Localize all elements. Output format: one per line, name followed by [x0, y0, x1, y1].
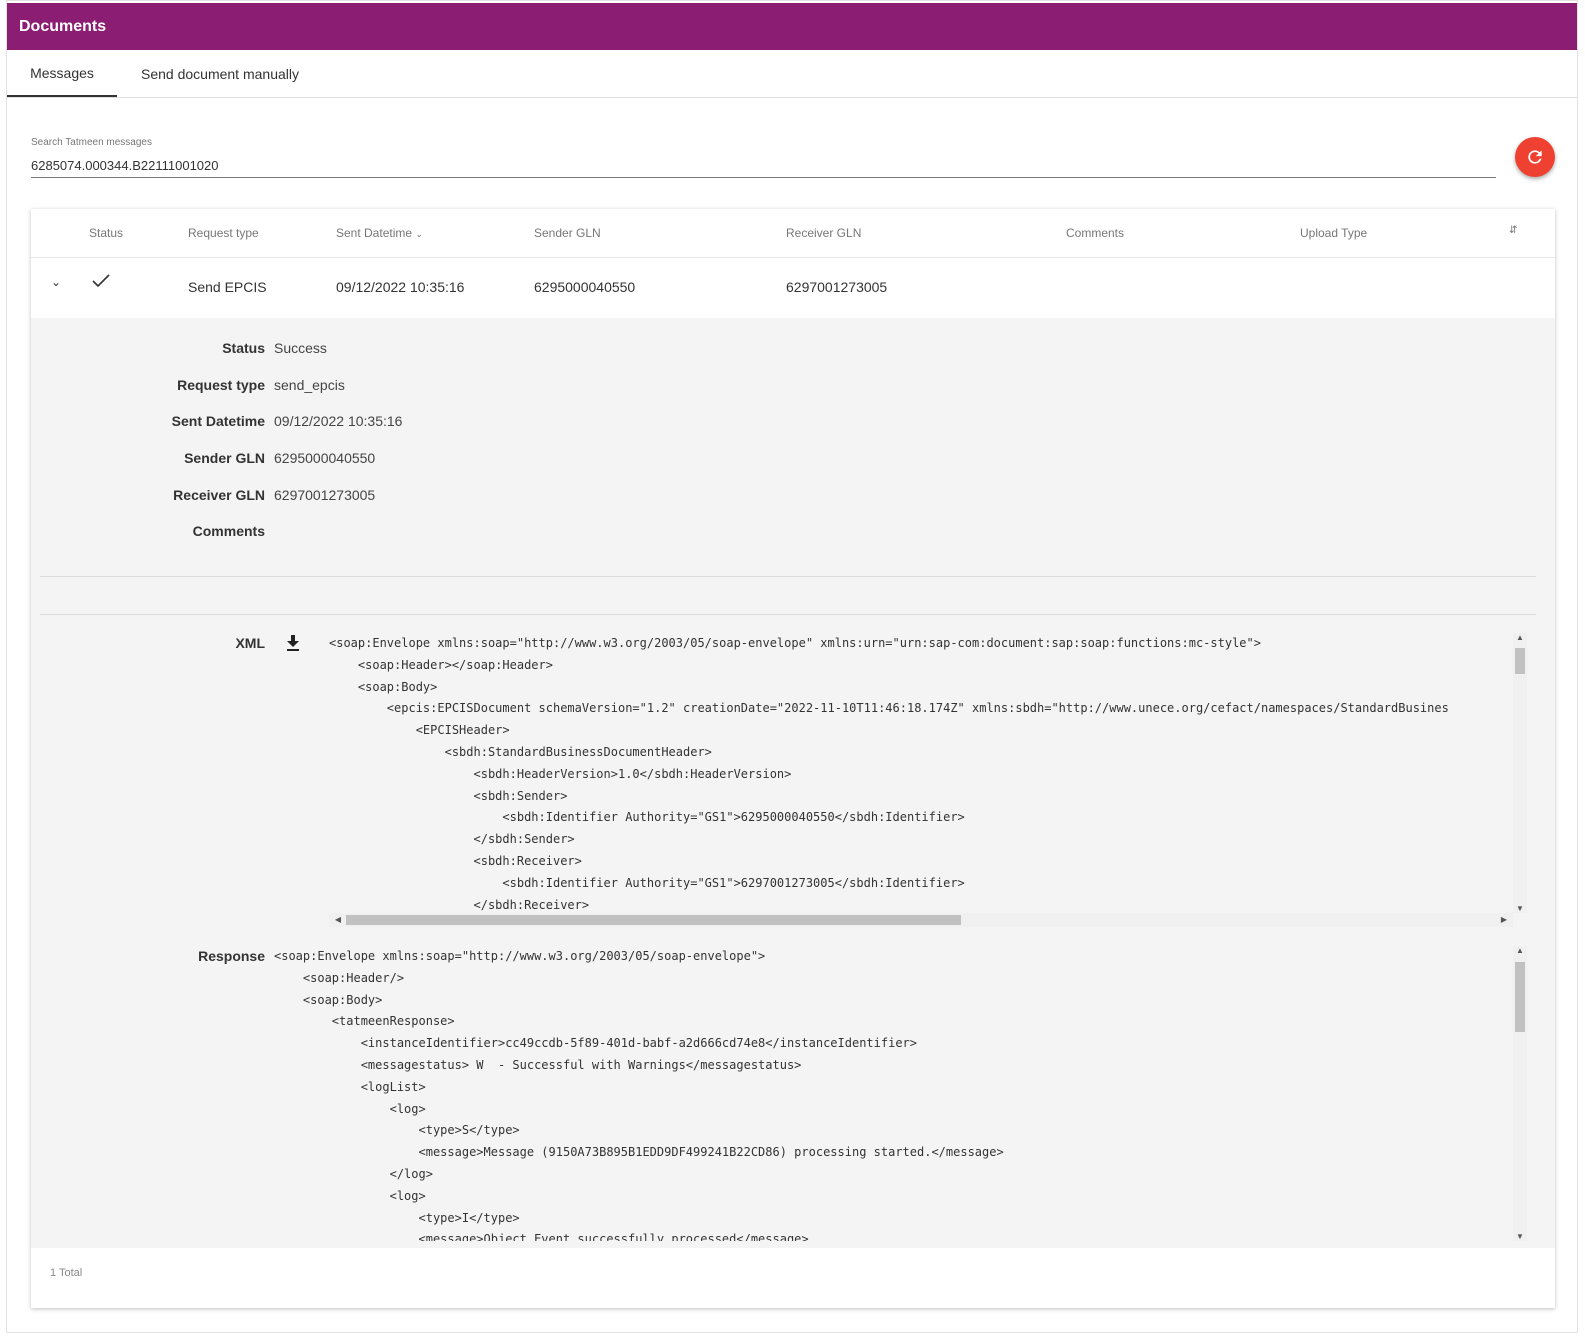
- code-line: <log>: [274, 1101, 426, 1116]
- tab-messages[interactable]: Messages: [7, 50, 117, 97]
- code-line: <EPCISHeader>: [329, 723, 510, 738]
- code-line: <message>Message (9150A73B895B1EDD9DF499…: [274, 1145, 1004, 1160]
- expand-chevron-icon[interactable]: ⌄: [51, 275, 61, 289]
- column-header-status[interactable]: Status: [89, 226, 123, 240]
- code-line: <soap:Body>: [274, 992, 383, 1007]
- table-row[interactable]: ⌄ Send EPCIS 09/12/2022 10:35:16 6295000…: [31, 258, 1555, 318]
- code-line: </sbdh:Sender>: [329, 832, 575, 847]
- total-count: 1 Total: [50, 1267, 83, 1279]
- code-line: <type>S</type>: [274, 1123, 520, 1138]
- xml-vertical-scroll-thumb[interactable]: [1515, 648, 1525, 674]
- cell-request-type: Send EPCIS: [188, 279, 267, 295]
- download-icon[interactable]: [285, 634, 301, 657]
- scroll-right-arrow-icon[interactable]: ▶: [1497, 915, 1511, 924]
- detail-value-request-type: send_epcis: [274, 377, 345, 393]
- code-line: <log>: [274, 1188, 426, 1203]
- scroll-left-arrow-icon[interactable]: ◀: [331, 915, 345, 924]
- code-line: <soap:Header/>: [274, 970, 405, 985]
- code-line: <soap:Envelope xmlns:soap="http://www.w3…: [329, 636, 1261, 650]
- search-input[interactable]: [31, 153, 1496, 178]
- tab-bar: Messages Send document manually: [7, 50, 1577, 98]
- code-line: <sbdh:Identifier Authority="GS1">6297001…: [329, 875, 965, 890]
- detail-label-receiver-gln: Receiver GLN: [173, 487, 265, 503]
- detail-value-receiver-gln: 6297001273005: [274, 487, 376, 503]
- column-header-receiver-gln[interactable]: Receiver GLN: [786, 226, 861, 240]
- code-line: <soap:Header></soap:Header>: [329, 657, 553, 672]
- cell-receiver-gln: 6297001273005: [786, 279, 888, 295]
- detail-label-request-type: Request type: [177, 377, 265, 393]
- code-line: <sbdh:Receiver>: [329, 853, 582, 868]
- scroll-up-arrow-icon[interactable]: ▲: [1513, 633, 1527, 642]
- detail-value-status: Success: [274, 340, 327, 356]
- xml-horizontal-scrollbar[interactable]: ◀ ▶: [329, 913, 1513, 927]
- code-line: <logList>: [274, 1079, 426, 1094]
- refresh-icon: [1528, 150, 1542, 164]
- sort-icon[interactable]: ⇵: [1509, 225, 1517, 236]
- column-header-upload-type[interactable]: Upload Type: [1300, 226, 1367, 240]
- response-code-block[interactable]: <soap:Envelope xmlns:soap="http://www.w3…: [274, 946, 1511, 1241]
- response-vertical-scroll-thumb[interactable]: [1515, 962, 1525, 1032]
- code-line: <messagestatus> W - Successful with Warn…: [274, 1057, 802, 1072]
- code-line: </sbdh:Receiver>: [329, 897, 590, 912]
- status-check-icon: [91, 273, 111, 292]
- page-title: Documents: [19, 17, 107, 35]
- code-line: <sbdh:Sender>: [329, 788, 568, 803]
- xml-horizontal-scroll-thumb[interactable]: [346, 915, 961, 925]
- detail-value-sender-gln: 6295000040550: [274, 450, 376, 466]
- scroll-down-arrow-icon[interactable]: ▼: [1513, 1232, 1527, 1241]
- messages-table: Status Request type Sent Datetime ⌄ Send…: [31, 209, 1555, 1308]
- refresh-button[interactable]: [1515, 137, 1555, 177]
- scroll-down-arrow-icon[interactable]: ▼: [1513, 904, 1527, 913]
- response-label: Response: [198, 948, 265, 964]
- cell-sent-datetime: 09/12/2022 10:35:16: [336, 279, 465, 295]
- divider: [40, 576, 1536, 577]
- response-vertical-scrollbar[interactable]: ▲ ▼: [1513, 946, 1527, 1241]
- search-label: Search Tatmeen messages: [31, 137, 152, 148]
- table-header: Status Request type Sent Datetime ⌄ Send…: [31, 209, 1555, 258]
- code-line: <soap:Envelope xmlns:soap="http://www.w3…: [274, 949, 766, 963]
- code-line: <instanceIdentifier>cc49ccdb-5f89-401d-b…: [274, 1036, 917, 1051]
- code-line: </log>: [274, 1166, 433, 1181]
- code-line: <epcis:EPCISDocument schemaVersion="1.2"…: [329, 701, 1449, 716]
- row-details-panel: Status Success Request type send_epcis S…: [31, 318, 1555, 1248]
- detail-label-sender-gln: Sender GLN: [184, 450, 265, 466]
- detail-label-sent-datetime: Sent Datetime: [171, 413, 265, 429]
- code-line: <sbdh:Identifier Authority="GS1">6295000…: [329, 810, 965, 825]
- column-header-sender-gln[interactable]: Sender GLN: [534, 226, 601, 240]
- divider: [40, 614, 1536, 615]
- column-header-request-type[interactable]: Request type: [188, 226, 259, 240]
- code-line: <tatmeenResponse>: [274, 1014, 455, 1029]
- sort-desc-icon: ⌄: [415, 229, 423, 239]
- tab-send-document-manually[interactable]: Send document manually: [117, 50, 323, 97]
- xml-code-block[interactable]: <soap:Envelope xmlns:soap="http://www.w3…: [329, 633, 1511, 913]
- page-header: Documents: [7, 3, 1577, 50]
- column-header-sent-datetime[interactable]: Sent Datetime ⌄: [336, 226, 423, 240]
- detail-label-comments: Comments: [192, 523, 265, 539]
- code-line: <type>I</type>: [274, 1210, 520, 1225]
- code-line: <sbdh:HeaderVersion>1.0</sbdh:HeaderVers…: [329, 766, 792, 781]
- detail-value-sent-datetime: 09/12/2022 10:35:16: [274, 413, 403, 429]
- detail-label-status: Status: [222, 340, 265, 356]
- code-line: <sbdh:StandardBusinessDocumentHeader>: [329, 744, 712, 759]
- code-line: <soap:Body>: [329, 679, 438, 694]
- scroll-up-arrow-icon[interactable]: ▲: [1513, 946, 1527, 955]
- cell-sender-gln: 6295000040550: [534, 279, 636, 295]
- column-header-comments[interactable]: Comments: [1066, 226, 1124, 240]
- code-line: <message>Object Event successfully proce…: [274, 1232, 809, 1241]
- xml-label: XML: [235, 635, 265, 651]
- xml-vertical-scrollbar[interactable]: ▲ ▼: [1513, 633, 1527, 913]
